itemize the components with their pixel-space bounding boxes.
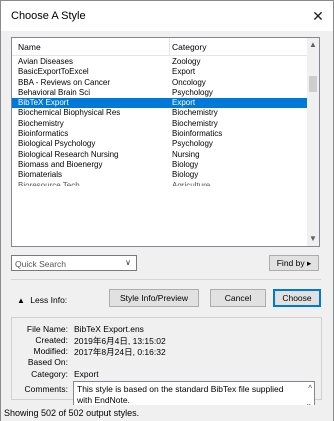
scroll-down-icon[interactable]: ▼ bbox=[307, 232, 319, 246]
style-category: Biology bbox=[172, 170, 199, 180]
style-name: Bioresource Tech bbox=[18, 180, 80, 186]
category-label: Category: bbox=[31, 369, 68, 379]
list-row[interactable]: Biomaterials Biology bbox=[12, 170, 308, 180]
style-name: BasicExportToExcel bbox=[18, 67, 89, 77]
choose-button[interactable]: Choose bbox=[273, 289, 321, 307]
list-header: Name Category bbox=[12, 38, 308, 56]
less-info-toggle[interactable]: ▲ Less Info: bbox=[17, 295, 67, 305]
style-category: Export bbox=[172, 98, 196, 108]
list-row[interactable]: Biomass and Bioenergy Biology bbox=[12, 160, 308, 170]
list-row[interactable]: BasicExportToExcel Export bbox=[12, 67, 308, 77]
style-category: Agriculture bbox=[172, 180, 211, 186]
quick-search-combo[interactable]: Quick Search ∨ bbox=[11, 255, 137, 271]
collapse-arrow-icon: ▲ bbox=[17, 296, 25, 305]
dialog-title: Choose A Style bbox=[11, 10, 86, 22]
file-name-label: File Name: bbox=[26, 324, 68, 334]
style-name: BibTeX Export bbox=[18, 98, 69, 108]
list-row[interactable]: Behavioral Brain Sci Psychology bbox=[12, 88, 308, 98]
list-row[interactable]: Biological Psychology Psychology bbox=[12, 139, 308, 149]
quick-search-input[interactable]: Quick Search bbox=[15, 259, 66, 269]
column-divider[interactable] bbox=[169, 38, 170, 56]
separator bbox=[11, 279, 321, 280]
list-row[interactable]: Biological Research Nursing Nursing bbox=[12, 150, 308, 160]
style-list[interactable]: Name Category Avian Diseases Zoology Basic… bbox=[11, 37, 320, 247]
file-name-value: BibTeX Export.ens bbox=[74, 324, 144, 334]
list-row[interactable]: BibTeX Export Export bbox=[12, 98, 308, 109]
list-row[interactable]: Biochemistry Biochemistry bbox=[12, 119, 308, 129]
list-row[interactable]: Biochemical Biophysical Res Biochemistry bbox=[12, 108, 308, 118]
comments-text: This style is based on the standard BibT… bbox=[77, 384, 284, 405]
column-header-category[interactable]: Category bbox=[172, 42, 207, 52]
created-label: Created: bbox=[35, 335, 68, 345]
modified-label: Modified: bbox=[33, 346, 69, 356]
less-info-label: Less Info: bbox=[30, 295, 68, 305]
cancel-button[interactable]: Cancel bbox=[210, 289, 266, 307]
category-value: Export bbox=[74, 369, 99, 379]
style-category: Zoology bbox=[172, 57, 201, 66]
scroll-up-icon[interactable]: ▲ bbox=[307, 38, 319, 52]
list-row[interactable]: Avian Diseases Zoology bbox=[12, 57, 308, 67]
style-category: Biology bbox=[172, 159, 199, 169]
column-header-name[interactable]: Name bbox=[18, 42, 41, 52]
list-row-partial[interactable]: Bioresource Tech Agriculture bbox=[12, 181, 308, 186]
comments-label: Comments: bbox=[24, 384, 68, 394]
comments-scroll-up-icon[interactable]: ^ bbox=[308, 384, 312, 393]
style-name: Bioinformatics bbox=[18, 129, 69, 139]
style-category: Biochemistry bbox=[172, 118, 218, 128]
style-name: Biochemical Biophysical Res bbox=[18, 108, 121, 118]
style-name: BBA - Reviews on Cancer bbox=[18, 77, 111, 87]
modified-value: 2017年8月24日, 0:16:32 bbox=[74, 347, 166, 357]
style-category: Export bbox=[172, 67, 196, 77]
chevron-down-icon[interactable]: ∨ bbox=[125, 258, 131, 267]
list-row[interactable]: BBA - Reviews on Cancer Oncology bbox=[12, 78, 308, 88]
choose-style-dialog: Choose A Style ✕ Name Category Avian Dis… bbox=[0, 0, 334, 421]
style-name: Behavioral Brain Sci bbox=[18, 87, 91, 97]
style-name: Biological Psychology bbox=[18, 139, 96, 149]
list-rows: Avian Diseases Zoology BasicExportToExcel E… bbox=[12, 57, 308, 186]
list-scrollbar[interactable]: ▲ ▼ bbox=[307, 38, 319, 246]
style-name: Biomass and Bioenergy bbox=[18, 159, 103, 169]
list-row[interactable]: Bioinformatics Bioinformatics bbox=[12, 129, 308, 139]
style-category: Oncology bbox=[172, 77, 206, 87]
style-info-preview-button[interactable]: Style Info/Preview bbox=[109, 289, 199, 307]
style-name: Avian Diseases bbox=[18, 57, 73, 66]
style-name: Biochemistry bbox=[18, 118, 64, 128]
style-name: Biological Research Nursing bbox=[18, 149, 119, 159]
style-category: Psychology bbox=[172, 139, 213, 149]
style-name: Biomaterials bbox=[18, 170, 63, 180]
style-category: Nursing bbox=[172, 149, 200, 159]
scroll-thumb[interactable] bbox=[309, 76, 317, 92]
style-category: Bioinformatics bbox=[172, 129, 223, 139]
title-bar: Choose A Style ✕ bbox=[1, 1, 333, 31]
based-on-label: Based On: bbox=[27, 357, 68, 367]
status-bar: Showing 502 of 502 output styles. bbox=[1, 405, 333, 421]
close-icon[interactable]: ✕ bbox=[309, 7, 327, 25]
find-by-button[interactable]: Find by ▸ bbox=[269, 255, 319, 271]
status-text: Showing 502 of 502 output styles. bbox=[4, 408, 140, 418]
style-category: Psychology bbox=[172, 87, 213, 97]
style-category: Biochemistry bbox=[172, 108, 218, 118]
